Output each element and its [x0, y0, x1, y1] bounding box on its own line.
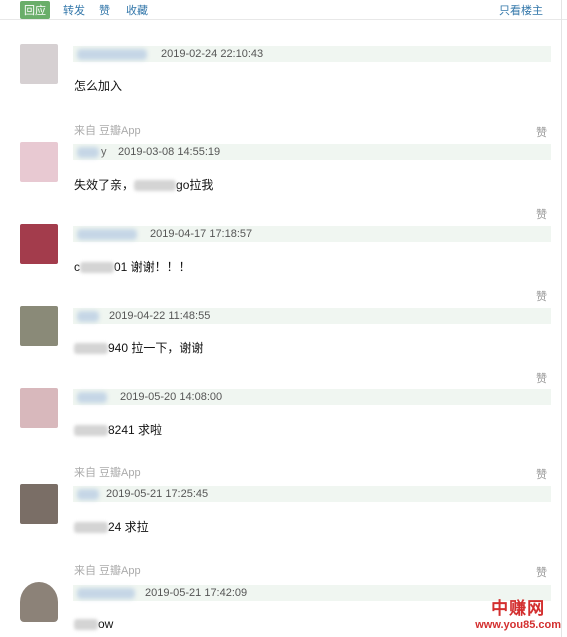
username-blurred[interactable] — [77, 229, 137, 240]
comment-text: 8241 求啦 — [108, 423, 163, 437]
avatar[interactable] — [20, 306, 58, 346]
avatar[interactable] — [20, 388, 58, 428]
comment-meta-bar: 2019-04-22 11:48:55 — [73, 308, 551, 324]
comment-timestamp: 2019-04-17 17:18:57 — [150, 228, 253, 240]
comment-action-bar: 回应 转发 赞 收藏 只看楼主 — [0, 0, 567, 20]
comment-source: 来自 豆瓣App — [74, 565, 141, 577]
comment-timestamp: 2019-05-20 14:08:00 — [120, 391, 223, 403]
comment-source: 来自 豆瓣App — [74, 467, 141, 479]
redacted-text — [74, 425, 108, 437]
username-blurred[interactable] — [77, 588, 135, 599]
comment-content: 8241 求啦 — [74, 421, 162, 438]
watermark-url: www.you85.com — [475, 619, 561, 631]
comment-timestamp: 2019-04-22 11:48:55 — [109, 310, 211, 322]
watermark-logo: 中赚网 www.you85.com — [475, 594, 561, 631]
like-button[interactable]: 赞 — [536, 370, 547, 386]
redacted-text — [80, 262, 114, 274]
comment-meta-bar: 2019-05-20 14:08:00 — [73, 389, 551, 405]
comment-text: 940 拉一下，谢谢 — [108, 341, 204, 355]
redacted-text — [74, 343, 108, 355]
comment-content: 940 拉一下，谢谢 — [74, 339, 203, 356]
username-blurred[interactable] — [77, 49, 147, 60]
comment-timestamp: 2019-02-24 22:10:43 — [161, 48, 264, 60]
like-button[interactable]: 赞 — [536, 288, 547, 304]
tab-collect[interactable]: 收藏 — [126, 2, 148, 18]
like-button[interactable]: 赞 — [536, 564, 547, 580]
username-blurred[interactable] — [77, 392, 107, 403]
like-button[interactable]: 赞 — [536, 124, 547, 140]
avatar[interactable] — [20, 484, 58, 524]
username-suffix[interactable]: y — [101, 146, 107, 158]
comment-text-prefix: 失效了亲， — [74, 178, 135, 192]
comment-content: 怎么加入 — [74, 77, 122, 94]
watermark-title: 中赚网 — [491, 599, 546, 619]
username-blurred[interactable] — [77, 489, 99, 500]
comment-meta-bar: 2019-05-21 17:25:45 — [73, 486, 551, 502]
like-button[interactable]: 赞 — [536, 206, 547, 222]
tab-like[interactable]: 赞 — [99, 2, 110, 18]
username-blurred[interactable] — [77, 311, 99, 322]
avatar[interactable] — [20, 44, 58, 84]
comment-text: 怎么加入 — [74, 79, 123, 93]
only-op-link[interactable]: 只看楼主 — [499, 2, 543, 18]
avatar[interactable] — [20, 142, 58, 182]
redacted-text — [134, 180, 177, 192]
comment-timestamp: 2019-05-21 17:42:09 — [145, 587, 248, 599]
avatar[interactable] — [20, 224, 58, 264]
username-blurred[interactable] — [77, 147, 99, 158]
comment-content: ow — [74, 617, 113, 631]
comment-text: 24 求拉 — [108, 520, 149, 534]
comment-meta-bar: 2019-02-24 22:10:43 — [73, 46, 551, 62]
comment-text: go拉我 — [176, 178, 214, 192]
comment-source: 来自 豆瓣App — [74, 125, 141, 137]
scrollbar[interactable] — [561, 0, 567, 637]
comment-content: c 01 谢谢！！！ — [74, 258, 191, 275]
comment-meta-bar: y 2019-03-08 14:55:19 — [73, 144, 551, 160]
comment-text: 01 谢谢！！！ — [114, 260, 191, 274]
like-button[interactable]: 赞 — [536, 466, 547, 482]
comment-timestamp: 2019-05-21 17:25:45 — [106, 488, 209, 500]
comment-timestamp: 2019-03-08 14:55:19 — [118, 146, 221, 158]
tab-reply[interactable]: 回应 — [20, 1, 50, 19]
tab-repost[interactable]: 转发 — [63, 2, 85, 18]
avatar[interactable] — [20, 582, 58, 622]
comment-content: 24 求拉 — [74, 518, 149, 535]
comment-content: 失效了亲， go拉我 — [74, 176, 213, 193]
redacted-text — [74, 522, 108, 534]
redacted-text — [74, 619, 98, 631]
comment-text: ow — [98, 617, 114, 631]
comment-meta-bar: 2019-04-17 17:18:57 — [73, 226, 551, 242]
